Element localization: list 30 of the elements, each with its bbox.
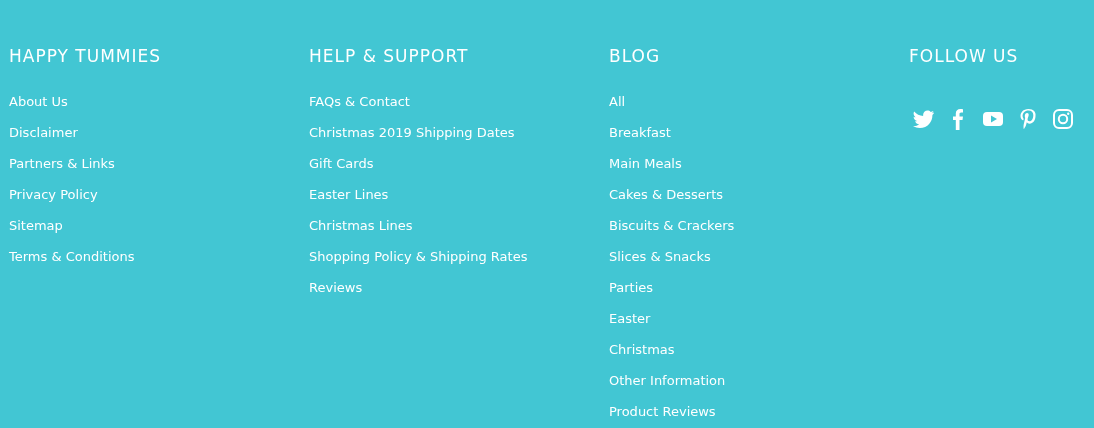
- footer-link[interactable]: Shopping Policy & Shipping Rates: [309, 249, 528, 265]
- column-heading: HAPPY TUMMIES: [9, 45, 162, 67]
- footer-link[interactable]: About Us: [9, 94, 68, 110]
- footer-link[interactable]: Cakes & Desserts: [609, 187, 724, 203]
- footer-link[interactable]: Terms & Conditions: [9, 249, 135, 265]
- column-heading: FOLLOW US: [909, 45, 1019, 67]
- footer-link[interactable]: Reviews: [309, 280, 363, 296]
- column-heading: HELP & SUPPORT: [309, 45, 469, 67]
- footer-link[interactable]: Christmas 2019 Shipping Dates: [309, 125, 515, 141]
- footer-link[interactable]: Christmas: [609, 342, 675, 358]
- column-heading: BLOG: [609, 45, 661, 67]
- bird-icon[interactable]: [912, 108, 934, 130]
- footer-link[interactable]: Easter Lines: [309, 187, 389, 203]
- footer-link[interactable]: Slices & Snacks: [609, 249, 711, 265]
- footer-link[interactable]: Sitemap: [9, 218, 63, 234]
- footer-link[interactable]: Breakfast: [609, 125, 671, 141]
- footer-link[interactable]: Gift Cards: [309, 156, 374, 172]
- footer-link[interactable]: Partners & Links: [9, 156, 115, 172]
- footer-link[interactable]: Parties: [609, 280, 654, 296]
- footer-link[interactable]: Easter: [609, 311, 651, 327]
- footer-link[interactable]: All: [609, 94, 626, 110]
- camera-icon[interactable]: [1052, 108, 1074, 130]
- footer-link[interactable]: Disclaimer: [9, 125, 78, 141]
- footer-link[interactable]: Other Information: [609, 373, 726, 389]
- footer-link[interactable]: Christmas Lines: [309, 218, 413, 234]
- footer-link[interactable]: Biscuits & Crackers: [609, 218, 735, 234]
- footer-link[interactable]: Product Reviews: [609, 404, 716, 420]
- footer-link[interactable]: FAQs & Contact: [309, 94, 410, 110]
- footer-link[interactable]: Privacy Policy: [9, 187, 98, 203]
- footer-link[interactable]: Main Meals: [609, 156, 682, 172]
